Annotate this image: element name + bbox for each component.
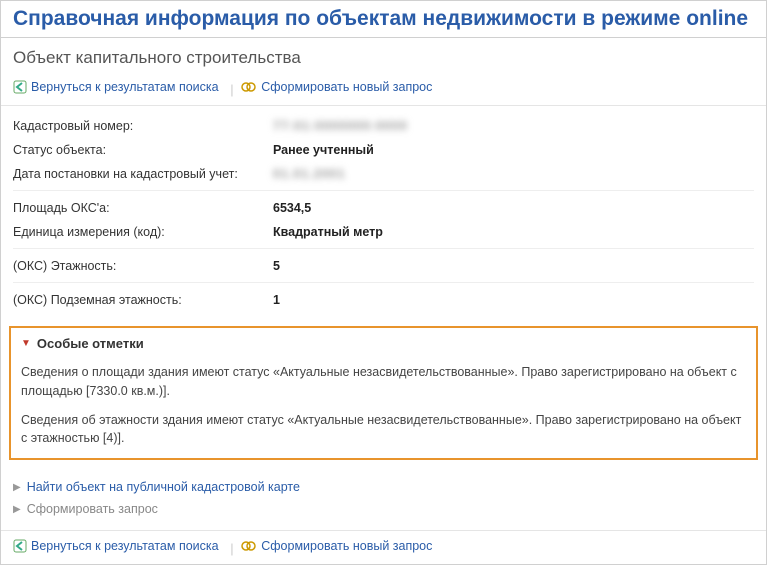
new-request-icon	[241, 80, 257, 94]
area-label: Площадь ОКС'a:	[13, 201, 273, 215]
floors-label: (ОКС) Этажность:	[13, 259, 273, 273]
back-arrow-icon	[13, 539, 27, 553]
note-paragraph: Сведения об этажности здания имеют стату…	[21, 411, 746, 449]
link-row: ▶ Сформировать запрос	[13, 498, 754, 520]
back-label: Вернуться к результатам поиска	[31, 80, 219, 94]
chevron-right-icon: ▶	[13, 482, 21, 493]
object-subtitle: Объект капитального строительства	[1, 38, 766, 76]
field-row: Кадастровый номер: 77:01:0000000:0000	[13, 114, 754, 138]
page-title: Справочная информация по объектам недвиж…	[1, 1, 766, 38]
footer-toolbar: Вернуться к результатам поиска | Сформир…	[1, 530, 766, 564]
separator: |	[230, 82, 233, 97]
note-paragraph: Сведения о площади здания имеют статус «…	[21, 363, 746, 401]
link-row: ▶ Найти объект на публичной кадастровой …	[13, 476, 754, 498]
separator: |	[230, 541, 233, 556]
field-row: (ОКС) Подземная этажность: 1	[13, 282, 754, 312]
chevron-right-icon: ▶	[13, 504, 21, 515]
field-row: (ОКС) Этажность: 5	[13, 248, 754, 278]
find-on-map-link[interactable]: Найти объект на публичной кадастровой ка…	[27, 480, 300, 494]
area-value: 6534,5	[273, 201, 311, 215]
top-toolbar: Вернуться к результатам поиска | Сформир…	[1, 76, 766, 106]
field-row: Статус объекта: Ранее учтенный	[13, 138, 754, 162]
field-row: Дата постановки на кадастровый учет: 01.…	[13, 162, 754, 186]
floors-value: 5	[273, 259, 280, 273]
fields-block: Кадастровый номер: 77:01:0000000:0000 Ст…	[1, 106, 766, 320]
ufloors-value: 1	[273, 293, 280, 307]
page-container: Справочная информация по объектам недвиж…	[0, 0, 767, 565]
reg-date-label: Дата постановки на кадастровый учет:	[13, 167, 273, 181]
cad-number-value: 77:01:0000000:0000	[273, 119, 408, 133]
status-value: Ранее учтенный	[273, 143, 374, 157]
form-request-link[interactable]: Сформировать запрос	[27, 502, 158, 516]
new-label: Сформировать новый запрос	[261, 80, 432, 94]
unit-value: Квадратный метр	[273, 225, 383, 239]
new-request-icon	[241, 539, 257, 553]
unit-label: Единица измерения (код):	[13, 225, 273, 239]
ufloors-label: (ОКС) Подземная этажность:	[13, 293, 273, 307]
special-notes-box: ▼ Особые отметки Сведения о площади здан…	[9, 326, 758, 460]
back-label: Вернуться к результатам поиска	[31, 539, 219, 553]
bottom-links: ▶ Найти объект на публичной кадастровой …	[1, 470, 766, 530]
cad-number-label: Кадастровый номер:	[13, 119, 273, 133]
field-row: Площадь ОКС'a: 6534,5	[13, 190, 754, 220]
notes-title: Особые отметки	[37, 336, 144, 351]
new-request-link-footer[interactable]: Сформировать новый запрос	[241, 539, 432, 553]
new-request-link[interactable]: Сформировать новый запрос	[241, 80, 432, 94]
notes-body: Сведения о площади здания имеют статус «…	[11, 359, 756, 458]
new-label: Сформировать новый запрос	[261, 539, 432, 553]
status-label: Статус объекта:	[13, 143, 273, 157]
back-arrow-icon	[13, 80, 27, 94]
back-to-results-link-footer[interactable]: Вернуться к результатам поиска	[13, 539, 219, 553]
reg-date-value: 01.01.2001	[273, 167, 346, 181]
chevron-down-icon: ▼	[21, 338, 31, 349]
special-notes-header[interactable]: ▼ Особые отметки	[11, 328, 756, 359]
back-to-results-link[interactable]: Вернуться к результатам поиска	[13, 80, 219, 94]
field-row: Единица измерения (код): Квадратный метр	[13, 220, 754, 244]
